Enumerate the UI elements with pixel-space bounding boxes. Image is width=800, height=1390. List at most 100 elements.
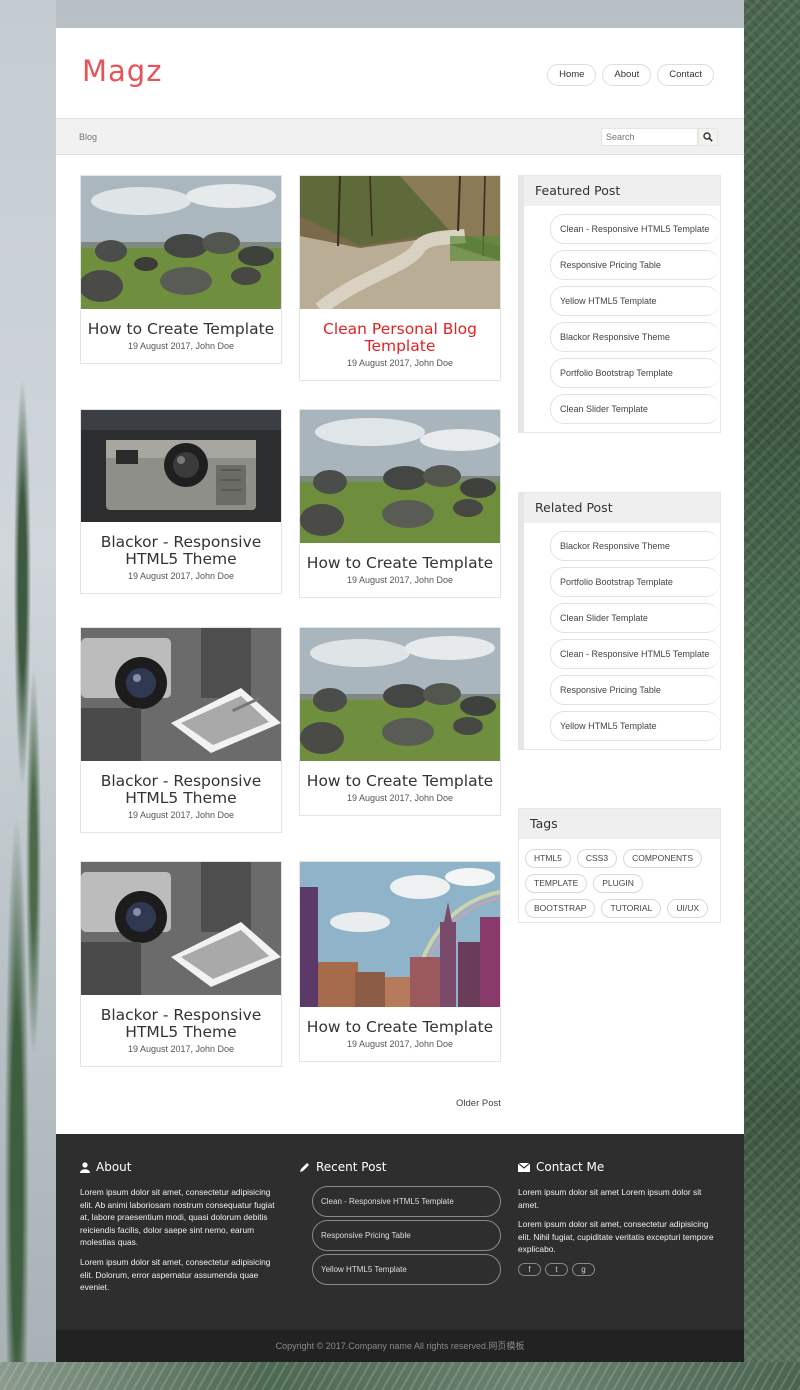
breadcrumb[interactable]: Blog xyxy=(79,132,97,142)
footer-about-title: About xyxy=(96,1160,132,1174)
background-right xyxy=(744,0,800,1390)
post-card[interactable]: How to Create Template 19 August 2017, J… xyxy=(299,627,501,816)
recent-post-item[interactable]: Clean - Responsive HTML5 Template xyxy=(312,1186,501,1217)
recent-post-item[interactable]: Yellow HTML5 Template xyxy=(312,1254,501,1285)
post-meta: 19 August 2017, John Doe xyxy=(346,358,454,368)
post-title[interactable]: How to Create Template xyxy=(300,543,500,575)
tag[interactable]: TUTORIAL xyxy=(601,899,662,918)
search-input[interactable] xyxy=(601,128,698,146)
post-meta: 19 August 2017, John Doe xyxy=(127,571,235,581)
copyright: Copyright © 2017.Company name All rights… xyxy=(56,1330,744,1362)
post-title[interactable]: Blackor - Responsive HTML5 Theme xyxy=(81,995,281,1044)
post-title[interactable]: How to Create Template xyxy=(81,309,281,341)
header: Magz Home About Contact xyxy=(56,28,744,118)
post-title[interactable]: Clean Personal Blog Template xyxy=(300,309,500,358)
footer-about-text: Lorem ipsum dolor sit amet, consectetur … xyxy=(80,1256,271,1293)
featured-post-widget: Featured Post Clean - Responsive HTML5 T… xyxy=(518,175,721,433)
older-post-link[interactable]: Older Post xyxy=(456,1098,501,1109)
post-title[interactable]: How to Create Template xyxy=(300,761,500,793)
nav-home[interactable]: Home xyxy=(547,64,597,86)
sub-bar: Blog xyxy=(56,118,744,155)
post-card[interactable]: Blackor - Responsive HTML5 Theme 19 Augu… xyxy=(80,627,282,833)
related-post-item[interactable]: Blackor Responsive Theme xyxy=(550,531,720,561)
related-post-item[interactable]: Responsive Pricing Table xyxy=(550,675,720,705)
search-form xyxy=(601,128,718,146)
google-plus-icon[interactable]: g xyxy=(572,1262,595,1276)
featured-post-item[interactable]: Portfolio Bootstrap Template xyxy=(550,358,720,388)
tag[interactable]: HTML5 xyxy=(525,849,571,868)
tag-list: HTML5 CSS3 COMPONENTS TEMPLATE PLUGIN BO… xyxy=(519,839,720,922)
post-meta: 19 August 2017, John Doe xyxy=(346,575,454,585)
footer-contact-heading: Contact Me xyxy=(518,1160,720,1174)
post-meta: 19 August 2017, John Doe xyxy=(346,1039,454,1049)
post-title[interactable]: Blackor - Responsive HTML5 Theme xyxy=(81,761,281,810)
footer-about-heading: About xyxy=(80,1160,280,1174)
main-nav: Home About Contact xyxy=(547,64,714,86)
tag[interactable]: BOOTSTRAP xyxy=(525,899,596,918)
footer: About Lorem ipsum dolor sit amet, consec… xyxy=(56,1134,744,1330)
tag[interactable]: UI/UX xyxy=(667,899,708,918)
footer-contact-title: Contact Me xyxy=(536,1160,605,1174)
tag[interactable]: CSS3 xyxy=(576,849,618,868)
post-meta: 19 August 2017, John Doe xyxy=(127,341,235,351)
footer-recent-post: Recent Post Clean - Responsive HTML5 Tem… xyxy=(299,1160,504,1288)
nav-about[interactable]: About xyxy=(602,64,652,86)
background-left xyxy=(0,0,56,1390)
envelope-icon xyxy=(518,1162,530,1172)
post-thumbnail-forest-road xyxy=(300,176,500,309)
widget-title: Tags xyxy=(519,809,720,839)
post-thumbnail-city xyxy=(300,862,500,1007)
post-meta: 19 August 2017, John Doe xyxy=(127,810,235,820)
widget-title: Related Post xyxy=(524,493,720,523)
post-thumbnail-camera xyxy=(81,410,281,522)
post-title[interactable]: How to Create Template xyxy=(300,1007,500,1039)
twitter-icon[interactable]: t xyxy=(545,1262,568,1276)
post-thumbnail-camera-photo xyxy=(81,862,281,995)
social-links: f t g xyxy=(518,1262,720,1276)
post-thumbnail-stones xyxy=(300,410,500,543)
footer-about: About Lorem ipsum dolor sit amet, consec… xyxy=(80,1160,280,1301)
widget-title: Featured Post xyxy=(524,176,720,206)
search-button[interactable] xyxy=(698,128,718,146)
footer-contact-text: Lorem ipsum dolor sit amet Lorem ipsum d… xyxy=(518,1187,702,1210)
featured-post-list: Clean - Responsive HTML5 Template Respon… xyxy=(524,206,720,432)
featured-post-item[interactable]: Clean Slider Template xyxy=(550,394,720,424)
tags-widget: Tags HTML5 CSS3 COMPONENTS TEMPLATE PLUG… xyxy=(518,808,721,923)
featured-post-item[interactable]: Blackor Responsive Theme xyxy=(550,322,720,352)
post-card[interactable]: How to Create Template 19 August 2017, J… xyxy=(299,409,501,598)
related-post-item[interactable]: Yellow HTML5 Template xyxy=(550,711,720,741)
footer-recent-title: Recent Post xyxy=(316,1160,387,1174)
nav-contact[interactable]: Contact xyxy=(657,64,714,86)
footer-recent-heading: Recent Post xyxy=(299,1160,504,1174)
tag[interactable]: TEMPLATE xyxy=(525,874,588,893)
tag[interactable]: PLUGIN xyxy=(593,874,643,893)
pencil-icon xyxy=(300,1162,309,1172)
post-card[interactable]: How to Create Template 19 August 2017, J… xyxy=(80,175,282,364)
footer-contact-text: Lorem ipsum dolor sit amet, consectetur … xyxy=(518,1219,714,1255)
post-card[interactable]: How to Create Template 19 August 2017, J… xyxy=(299,861,501,1062)
background-bottom xyxy=(0,1362,800,1390)
search-icon xyxy=(703,132,713,142)
footer-contact: Contact Me Lorem ipsum dolor sit amet Lo… xyxy=(518,1160,720,1276)
site-logo[interactable]: Magz xyxy=(82,54,162,88)
post-thumbnail-stones xyxy=(300,628,500,761)
recent-post-item[interactable]: Responsive Pricing Table xyxy=(312,1220,501,1251)
post-meta: 19 August 2017, John Doe xyxy=(346,793,454,803)
post-title[interactable]: Blackor - Responsive HTML5 Theme xyxy=(81,522,281,571)
related-post-item[interactable]: Clean - Responsive HTML5 Template xyxy=(550,639,720,669)
featured-post-item[interactable]: Yellow HTML5 Template xyxy=(550,286,720,316)
post-thumbnail-camera-photo xyxy=(81,628,281,761)
footer-about-text: Lorem ipsum dolor sit amet, consectetur … xyxy=(80,1187,275,1248)
post-card[interactable]: Blackor - Responsive HTML5 Theme 19 Augu… xyxy=(80,409,282,594)
related-post-list: Blackor Responsive Theme Portfolio Boots… xyxy=(524,523,720,749)
related-post-item[interactable]: Portfolio Bootstrap Template xyxy=(550,567,720,597)
featured-post-item[interactable]: Responsive Pricing Table xyxy=(550,250,720,280)
page: Magz Home About Contact Blog Search How … xyxy=(56,28,744,1362)
post-card[interactable]: Clean Personal Blog Template 19 August 2… xyxy=(299,175,501,381)
post-card[interactable]: Blackor - Responsive HTML5 Theme 19 Augu… xyxy=(80,861,282,1067)
facebook-icon[interactable]: f xyxy=(518,1262,541,1276)
featured-post-item[interactable]: Clean - Responsive HTML5 Template xyxy=(550,214,720,244)
related-post-widget: Related Post Blackor Responsive Theme Po… xyxy=(518,492,721,750)
tag[interactable]: COMPONENTS xyxy=(623,849,703,868)
related-post-item[interactable]: Clean Slider Template xyxy=(550,603,720,633)
